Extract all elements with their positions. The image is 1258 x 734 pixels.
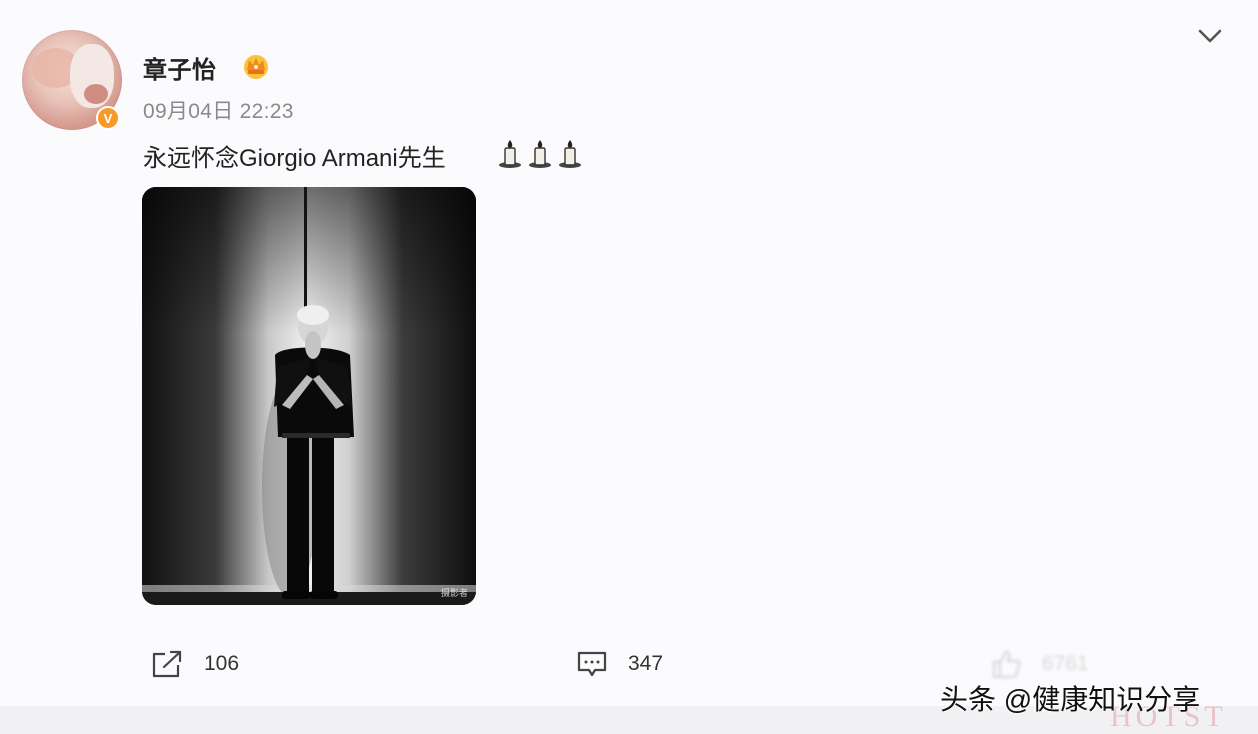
comment-count: 347: [628, 652, 664, 675]
comment-button[interactable]: 347: [576, 647, 663, 681]
comment-icon: [577, 651, 607, 677]
verified-v-icon: V: [96, 106, 120, 130]
post-timestamp: 09月04日 22:23: [143, 100, 294, 123]
author-name[interactable]: 章子怡: [143, 50, 217, 85]
chevron-down-icon[interactable]: [1196, 24, 1224, 48]
post-text: 永远怀念Giorgio Armani先生: [143, 145, 446, 172]
photo-scene: [142, 187, 476, 605]
candle-emoji-row: [497, 138, 583, 168]
thumbs-up-icon: [992, 650, 1021, 679]
like-button[interactable]: 6761: [990, 647, 1089, 681]
candle-icon: [529, 140, 551, 168]
repost-button[interactable]: 106: [150, 647, 239, 681]
avatar-shape: [84, 84, 108, 104]
source-watermark: 头条 @健康知识分享: [940, 684, 1201, 715]
like-count: 6761: [1042, 652, 1089, 675]
candle-icon: [559, 140, 581, 168]
repost-count: 106: [204, 652, 240, 675]
crown-badge-icon[interactable]: [240, 50, 272, 82]
candle-icon: [499, 140, 521, 168]
weibo-post-card: V 章子怡 09月04日 22:23 永远怀念Giorgio Armani先生: [0, 0, 1258, 734]
image-watermark: 摄影者: [440, 588, 468, 598]
post-image[interactable]: 摄影者: [142, 187, 476, 605]
repost-icon: [152, 650, 182, 678]
